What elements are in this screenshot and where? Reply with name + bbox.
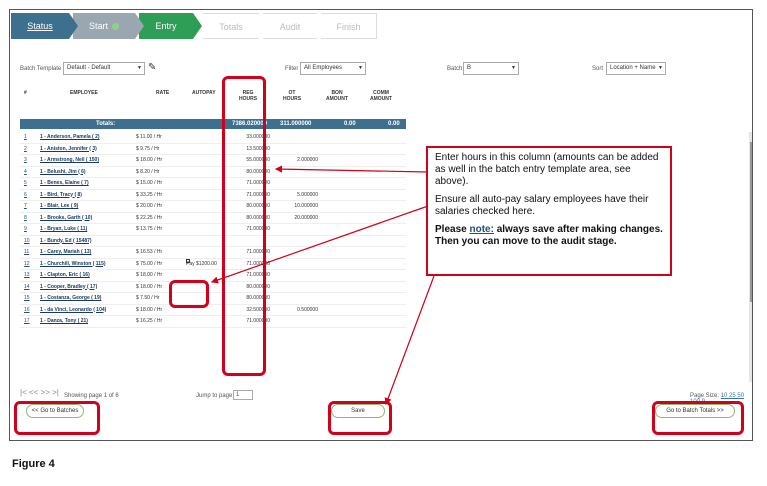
table-row: 41 - Belushi, Jim ( 6) $ 8.20 / Hr 80.0000… [20,167,406,179]
reg-hours-cell[interactable]: 80.000000 [230,167,270,179]
table-header: # EMPLOYEE RATE AUTOPAY REG HOURS OT HOU… [20,90,750,112]
step-navigation: Status Start Entry Totals Audit Finish [11,13,752,39]
table-row: 21 - Aniston, Jennifer ( 3) $ 9.75 / Hr 13… [20,144,406,156]
sort-label: Sort [592,66,604,72]
go-to-batch-totals-button[interactable]: Go to Batch Totals >> [655,404,735,418]
batch-template-label: Batch Template [20,66,62,72]
reg-hours-cell[interactable]: 33.000000 [230,132,270,144]
step-entry[interactable]: Entry [139,13,202,39]
reg-hours-cell[interactable]: 80.000000 [230,293,270,305]
step-finish[interactable]: Finish [321,13,377,39]
reg-hours-cell[interactable]: 32.500000 [230,305,270,317]
col-num: # [24,90,27,96]
filter-select[interactable]: All Employees ▼ [300,62,366,75]
reg-hours-cell[interactable]: 80.000000 [230,213,270,225]
chevron-down-icon: ▼ [658,65,663,71]
step-audit[interactable]: Audit [263,13,317,39]
reg-hours-cell[interactable]: 71.000000 [230,190,270,202]
table-row: 14 1 - Cooper, Bradley ( 17) $ 18.00 / Hr 8… [20,282,406,294]
callout-text-autopay: Ensure all auto-pay salary employees hav… [435,194,649,217]
filter-bar: Batch Template Default - Default ▼ ✎ Filt… [20,62,750,78]
col-bon-amount[interactable]: BON AMOUNT [324,90,350,102]
totals-comm: 0.00 [388,121,400,127]
ot-hours-cell[interactable]: 0.500000 [278,305,318,317]
reg-hours-cell[interactable]: 71.000000 [230,224,270,236]
figure-caption: Figure 4 [12,458,55,470]
jump-label: Jump to page: [196,393,235,399]
chevron-down-icon: ▼ [137,65,142,71]
pager-nav-icons[interactable]: |< << >> >| [20,388,59,397]
totals-label: Totals: [96,121,116,127]
totals-reg: 7386.020000 [232,121,268,127]
instruction-callout: Enter hours in this column (amounts can … [426,146,672,276]
table-row: 11 - Anderson, Pamela ( 2) $ 11.00 / Hr 33… [20,132,406,144]
totals-bon: 0.00 [344,121,356,127]
pencil-icon[interactable]: ✎ [148,62,156,73]
table-row: 13 1 - Clapton, Eric ( 16) $ 18.00 / Hr 71.… [20,270,406,282]
callout-text-hours: Enter hours in this column (amounts can … [435,152,659,187]
totals-ot: 311.000000 [280,121,312,127]
reg-hours-cell[interactable]: 71.000000 [230,247,270,259]
table-row: 16 1 - da Vinci, Leonardo ( 104) $ 18.00 /… [20,305,406,317]
col-employee[interactable]: EMPLOYEE [70,90,98,96]
batch-select[interactable]: B ▼ [463,62,519,75]
go-to-batches-button[interactable]: << Go to Batches [26,404,84,418]
table-row: 61 - Bird, Tracy ( 8) $ 33.25 / Hr 71.0000… [20,190,406,202]
callout-text-save: Please note: always save after making ch… [435,224,663,247]
batch-label: Batch [447,66,463,72]
filter-label: Filter [285,66,299,72]
jump-select[interactable]: 1 [233,390,253,400]
step-status[interactable]: Status [11,13,78,39]
reg-hours-cell[interactable]: 71.000000 [230,259,270,271]
batch-template-select[interactable]: Default - Default ▼ [63,62,145,75]
step-totals[interactable]: Totals [203,13,259,39]
table-row: 12 1 - Churchill, Winston ( 115) $ 75.00 /… [20,258,406,271]
table-row: 11 1 - Carey, Mariah ( 13) $ 16.53 / Hr 71.… [20,247,406,259]
sort-select[interactable]: Location + Name ▼ [606,62,666,75]
table-row: 71 - Blair, Lee ( 9) $ 20.00 / Hr 80.00000… [20,201,406,213]
reg-hours-cell[interactable]: 80.000000 [230,282,270,294]
employee-rows: 11 - Anderson, Pamela ( 2) $ 11.00 / Hr 33… [20,132,406,328]
table-row: 51 - Benes, Elaine ( 7) $ 15.00 / Hr 71.00… [20,178,406,190]
col-rate[interactable]: RATE [156,90,169,96]
reg-hours-cell[interactable]: 13.500000 [230,144,270,156]
scrollbar-thumb[interactable] [750,142,752,302]
table-row: 10 1 - Bundy, Ed ( 15487) [20,236,406,247]
check-icon [112,23,119,31]
pager-status: Showing page 1 of 6 [64,393,119,399]
reg-hours-cell[interactable]: 71.000000 [230,178,270,190]
table-scrollbar[interactable] [749,132,752,382]
col-ot-hours[interactable]: OT HOURS [282,90,302,102]
table-row: 91 - Bryan, Luke ( 11) $ 13.75 / Hr 71.000… [20,224,406,236]
table-row: 17 1 - Danza, Tony ( 21) $ 16.25 / Hr 71.00… [20,316,406,328]
col-comm-amount[interactable]: COMM AMOUNT [368,90,394,102]
table-row: 81 - Brooks, Garth ( 10) $ 22.25 / Hr 80.0… [20,213,406,225]
reg-hours-cell[interactable]: 71.000000 [230,270,270,282]
step-start[interactable]: Start [73,13,144,39]
table-row: 15 1 - Costanza, George ( 19) $ 7.50 / Hr 8… [20,293,406,305]
col-autopay[interactable]: AUTOPAY [192,90,216,96]
chevron-down-icon: ▼ [358,65,363,71]
ot-hours-cell[interactable]: 20.000000 [278,213,318,225]
ot-hours-cell[interactable]: 10.000000 [278,201,318,213]
reg-hours-cell[interactable]: 80.000000 [230,201,270,213]
totals-row: Totals: 7386.020000 311.000000 0.00 0.00 [20,119,406,129]
ot-hours-cell[interactable]: 2.000000 [278,155,318,167]
chevron-down-icon: ▼ [511,65,516,71]
col-reg-hours[interactable]: REG HOURS [238,90,258,102]
table-row: 31 - Armstrong, Neil ( 150) $ 18.00 / Hr 5… [20,155,406,167]
reg-hours-cell[interactable]: 55.000000 [230,155,270,167]
save-button[interactable]: Save [331,404,385,418]
ot-hours-cell[interactable]: 5.000000 [278,190,318,202]
reg-hours-cell[interactable]: 71.000000 [230,316,270,328]
